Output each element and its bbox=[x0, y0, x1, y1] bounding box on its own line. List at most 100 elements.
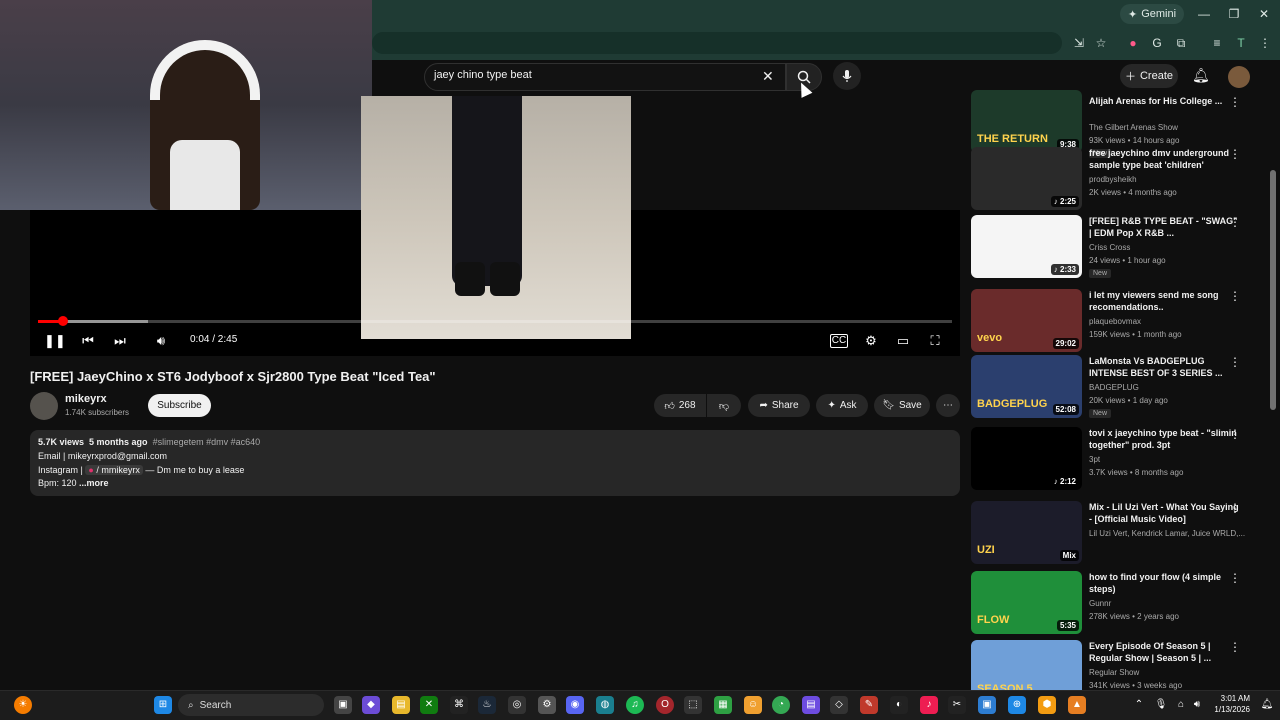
app-icon[interactable]: ◐ bbox=[890, 696, 908, 714]
more-horiz-icon[interactable]: ⋯ bbox=[936, 394, 960, 417]
fullscreen-icon[interactable]: ⛶ bbox=[926, 332, 944, 350]
chrome-icon[interactable]: ◔ bbox=[772, 696, 790, 714]
recommendation-channel[interactable]: Gunnr bbox=[1089, 599, 1111, 608]
app-icon[interactable]: ▣ bbox=[978, 696, 996, 714]
recommendation-channel[interactable]: BADGEPLUG bbox=[1089, 383, 1139, 392]
app-icon[interactable]: ⬚ bbox=[684, 696, 702, 714]
taskbar-search[interactable]: ⌕ Search bbox=[178, 694, 324, 716]
more-vert-icon[interactable]: ⋮ bbox=[1229, 289, 1241, 303]
recommendation-item[interactable]: ♪ 2:12 tovi x jaeychino type beat - "slim… bbox=[971, 427, 1251, 493]
recommendation-thumbnail[interactable]: ♪ 2:33 bbox=[971, 215, 1082, 278]
address-bar[interactable] bbox=[372, 32, 1062, 54]
windows-start-icon[interactable]: ⊞ bbox=[154, 696, 172, 714]
recommendation-channel[interactable]: plaquebovmax bbox=[1089, 317, 1141, 326]
recommendation-thumbnail[interactable]: ♪ 2:12 bbox=[971, 427, 1082, 490]
app-icon[interactable]: ▤ bbox=[802, 696, 820, 714]
subscribe-button[interactable]: Subscribe bbox=[148, 394, 211, 417]
app-icon[interactable]: ▲ bbox=[1068, 696, 1086, 714]
recommendation-channel[interactable]: The Gilbert Arenas Show bbox=[1089, 123, 1178, 132]
recommendation-item[interactable]: FLOW 5:35 how to find your flow (4 simple … bbox=[971, 571, 1251, 637]
hashtags[interactable]: #slimegetem #dmv #ac640 bbox=[153, 437, 261, 447]
create-button[interactable]: ＋ Create bbox=[1120, 64, 1178, 88]
browser-menu-icon[interactable]: ⋮ bbox=[1256, 34, 1274, 52]
copilot-icon[interactable]: ◆ bbox=[362, 696, 380, 714]
channel-avatar[interactable] bbox=[30, 392, 58, 420]
app-icon[interactable]: ▦ bbox=[714, 696, 732, 714]
recommendation-thumbnail[interactable]: UZI Mix bbox=[971, 501, 1082, 564]
app-icon[interactable]: ◍ bbox=[596, 696, 614, 714]
close-window-button[interactable]: ✕ bbox=[1250, 4, 1278, 24]
recommendation-thumbnail[interactable]: vevo 29:02 bbox=[971, 289, 1082, 352]
spotify-icon[interactable]: ♫ bbox=[626, 696, 644, 714]
app-icon[interactable]: ⬢ bbox=[1038, 696, 1056, 714]
save-button[interactable]: 🔖︎ Save bbox=[874, 394, 930, 417]
clear-search-icon[interactable]: ✕ bbox=[762, 68, 774, 85]
voice-search-button[interactable] bbox=[833, 62, 861, 90]
extension-icon[interactable]: ● bbox=[1124, 34, 1142, 52]
instagram-link[interactable]: ● / mmikeyrx bbox=[85, 465, 143, 475]
recommendation-channel[interactable]: Regular Show bbox=[1089, 668, 1139, 677]
app-icon[interactable]: ◎ bbox=[508, 696, 526, 714]
maximize-button[interactable]: ❐ bbox=[1220, 4, 1248, 24]
app-icon[interactable]: ✂ bbox=[948, 696, 966, 714]
app-icon[interactable]: ✎ bbox=[860, 696, 878, 714]
progress-bar[interactable] bbox=[38, 320, 952, 323]
recommendation-title[interactable]: tovi x jaeychino type beat - "slimin tog… bbox=[1089, 427, 1239, 451]
extensions-puzzle-icon[interactable]: ⧉ bbox=[1172, 34, 1190, 52]
recommendation-title[interactable]: how to find your flow (4 simple steps) bbox=[1089, 571, 1239, 595]
taskbar-clock[interactable]: 3:01 AM 1/13/2026 bbox=[1196, 693, 1250, 715]
more-vert-icon[interactable]: ⋮ bbox=[1229, 501, 1241, 515]
recommendation-channel[interactable]: Lil Uzi Vert, Kendrick Lamar, Juice WRLD… bbox=[1089, 529, 1245, 538]
minimize-button[interactable]: — bbox=[1190, 4, 1218, 24]
miniplayer-icon[interactable]: ▭ bbox=[894, 332, 912, 350]
show-more-link[interactable]: ...more bbox=[79, 478, 109, 488]
recommendation-item[interactable]: vevo 29:02 i let my viewers send me song r… bbox=[971, 289, 1251, 355]
notifications-bell-icon[interactable]: 🔔︎ bbox=[1192, 67, 1210, 84]
account-avatar[interactable] bbox=[1228, 66, 1250, 88]
discord-icon[interactable]: ◉ bbox=[566, 696, 584, 714]
tab-search-icon[interactable]: ≡ bbox=[1208, 34, 1226, 52]
progress-scrubber[interactable] bbox=[58, 316, 68, 326]
more-vert-icon[interactable]: ⋮ bbox=[1229, 571, 1241, 585]
pause-icon[interactable]: ❚❚ bbox=[44, 332, 66, 350]
recommendation-title[interactable]: Alijah Arenas for His College ... bbox=[1089, 95, 1239, 107]
recommendation-title[interactable]: Every Episode Of Season 5 | Regular Show… bbox=[1089, 640, 1239, 664]
recommendation-title[interactable]: i let my viewers send me song recomendat… bbox=[1089, 289, 1239, 313]
profile-icon[interactable]: T bbox=[1232, 34, 1250, 52]
recommendation-item[interactable]: UZI Mix Mix - Lil Uzi Vert - What You Sayi… bbox=[971, 501, 1251, 567]
tiktok-icon[interactable]: ♪ bbox=[920, 696, 938, 714]
recommendation-thumbnail[interactable]: BADGEPLUG 52:08 bbox=[971, 355, 1082, 418]
ask-button[interactable]: ✦ Ask bbox=[816, 394, 868, 417]
xbox-icon[interactable]: ✕ bbox=[420, 696, 438, 714]
recommendation-title[interactable]: [FREE] R&B TYPE BEAT - "SWAG" | EDM Pop … bbox=[1089, 215, 1239, 239]
task-view-icon[interactable]: ▣ bbox=[334, 696, 352, 714]
more-vert-icon[interactable]: ⋮ bbox=[1229, 640, 1241, 654]
recommendation-channel[interactable]: 3pt bbox=[1089, 455, 1100, 464]
app-icon[interactable]: ⊕ bbox=[1008, 696, 1026, 714]
recommendation-channel[interactable]: prodbysheikh bbox=[1089, 175, 1137, 184]
volume-icon[interactable]: 🔊︎ bbox=[152, 332, 170, 350]
app-icon[interactable]: ◇ bbox=[830, 696, 848, 714]
like-button[interactable]: 👍︎ 268 bbox=[654, 394, 706, 417]
more-vert-icon[interactable]: ⋮ bbox=[1229, 147, 1241, 161]
bookmark-star-icon[interactable]: ☆ bbox=[1092, 34, 1110, 52]
tray-chevron-icon[interactable]: ⌃ bbox=[1130, 696, 1148, 714]
previous-icon[interactable]: ⏮︎ bbox=[80, 332, 96, 350]
microphone-tray-icon[interactable]: 🎙︎ bbox=[1152, 696, 1170, 714]
notifications-icon[interactable]: 🔔︎ bbox=[1258, 696, 1276, 714]
recommendation-thumbnail[interactable]: ♪ 2:25 bbox=[971, 147, 1082, 210]
more-vert-icon[interactable]: ⋮ bbox=[1229, 215, 1241, 229]
app-icon[interactable]: ⌘ bbox=[450, 696, 468, 714]
page-scrollbar[interactable] bbox=[1270, 170, 1276, 410]
channel-name[interactable]: mikeyrx bbox=[65, 393, 107, 405]
recommendation-thumbnail[interactable]: THE RETURN 9:38 bbox=[971, 90, 1082, 153]
next-icon[interactable]: ⏭︎ bbox=[112, 332, 128, 350]
app-icon[interactable]: ☺ bbox=[744, 696, 762, 714]
recommendation-item[interactable]: ♪ 2:25 free jaeychino dmv underground sam… bbox=[971, 147, 1251, 213]
file-explorer-icon[interactable]: ▤ bbox=[392, 696, 410, 714]
settings-icon[interactable]: ⚙ bbox=[538, 696, 556, 714]
weather-widget-icon[interactable]: ☀ bbox=[14, 696, 32, 714]
more-vert-icon[interactable]: ⋮ bbox=[1229, 355, 1241, 369]
opera-icon[interactable]: O bbox=[656, 696, 674, 714]
recommendation-title[interactable]: Mix - Lil Uzi Vert - What You Saying - [… bbox=[1089, 501, 1239, 525]
